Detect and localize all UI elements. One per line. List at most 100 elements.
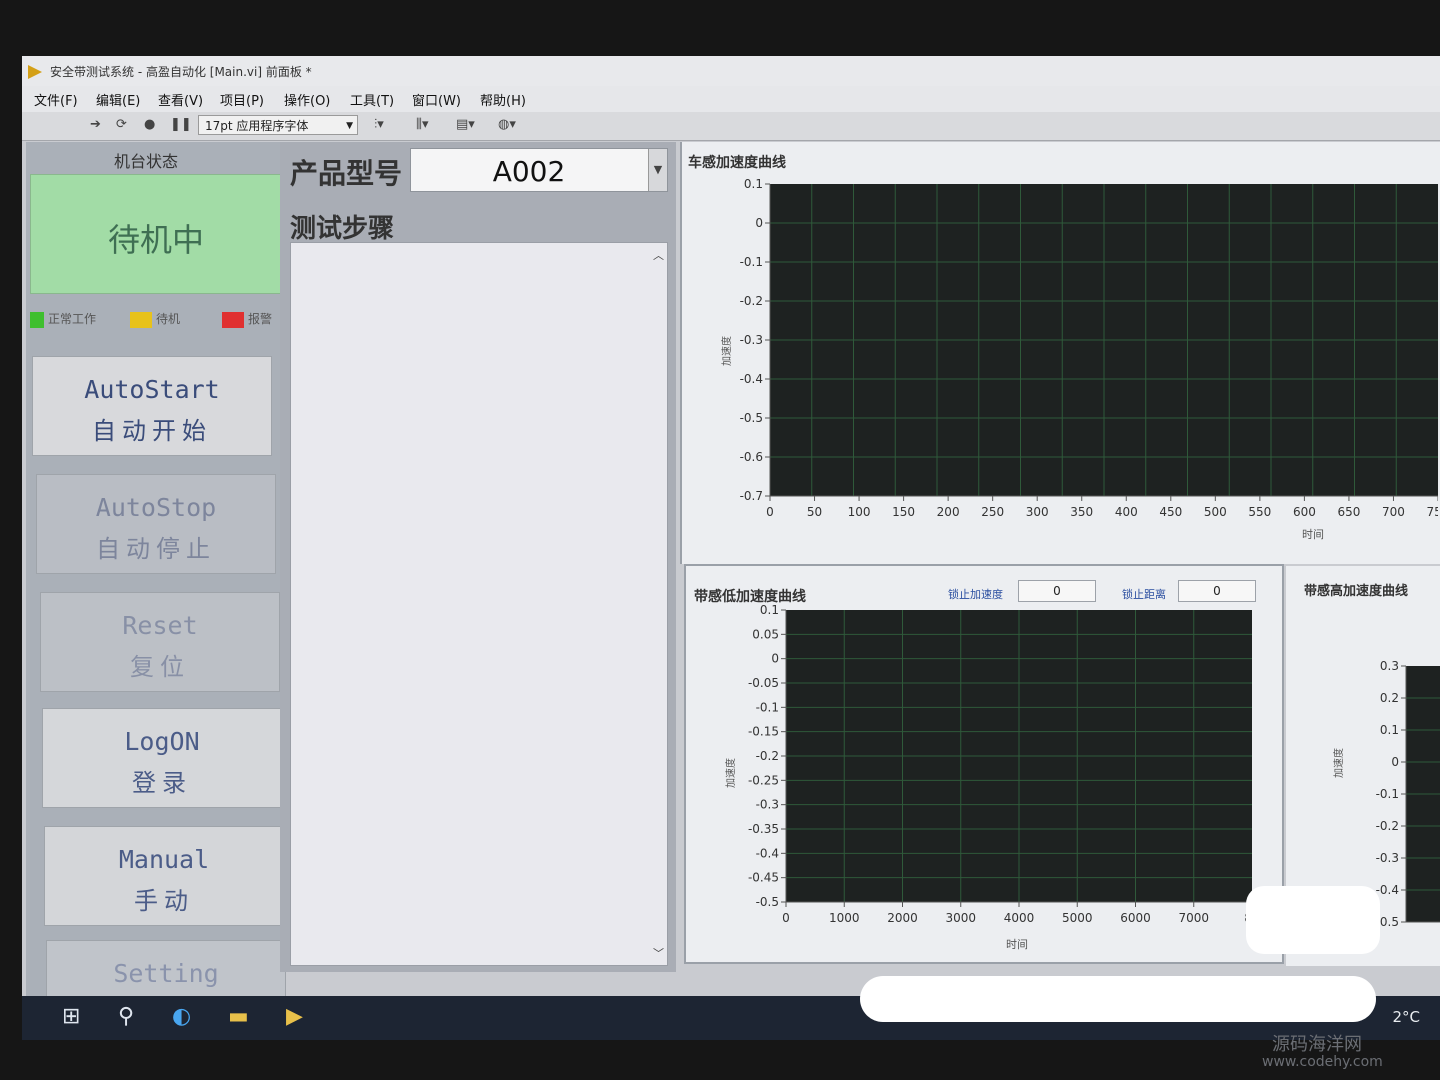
chart1-ytick-label: 0.1 <box>744 177 763 191</box>
run-arrow-icon[interactable]: ➔ <box>90 117 101 132</box>
chart3-ytick-label: 0 <box>1391 755 1399 769</box>
product-model-select[interactable]: A002 ▼ <box>410 148 668 192</box>
redaction-overlay <box>860 976 1376 1022</box>
chart1-plot: 0.10-0.1-0.2-0.3-0.4-0.5-0.6-0.70 50 100 15… <box>740 177 1438 519</box>
run-continuously-icon[interactable]: ⟳ <box>116 117 127 132</box>
autostop-button[interactable]: AutoStop 自动停止 <box>36 474 276 574</box>
product-model-label: 产品型号 <box>290 157 403 190</box>
logon-button[interactable]: LogON 登录 <box>42 708 282 808</box>
chart2-plot: 0.1 0.05 0 -0.05 -0.1 -0.15 -0.2 -0.25 -0.3 -0.35… <box>748 603 1260 925</box>
chart1-ytick-label: -0.7 <box>740 489 763 503</box>
chart2-ytick-label: -0.3 <box>756 798 779 812</box>
chart2-ytick-label: -0.2 <box>756 749 779 763</box>
belt-low-accel-chart-panel: 带感低加速度曲线 锁止加速度 0 锁止距离 0 加速度 0.1 0.05 0 -0.0… <box>684 564 1284 964</box>
menu-window[interactable]: 窗口(W) <box>412 90 461 109</box>
chart2-ytick-label: -0.5 <box>756 895 779 909</box>
menu-file[interactable]: 文件(F) <box>34 90 78 109</box>
title-bar: 安全带测试系统 - 高盈自动化 [Main.vi] 前面板 * <box>22 56 1440 86</box>
setting-button[interactable]: Setting <box>46 940 286 1000</box>
labview-task-icon[interactable]: ▶ <box>286 1004 303 1029</box>
product-panel: 产品型号 A002 ▼ 测试步骤 ︿ ﹀ <box>280 142 676 972</box>
chart2-ytick-label: -0.05 <box>748 676 779 690</box>
legend-alarm-swatch <box>222 311 244 328</box>
reset-button[interactable]: Reset 复位 <box>40 592 280 692</box>
test-steps-list[interactable]: ︿ ﹀ <box>290 242 668 966</box>
chevron-down-icon: ▼ <box>346 121 353 131</box>
manual-button[interactable]: Manual 手动 <box>44 826 284 926</box>
chart2-ytick-label: -0.45 <box>748 871 779 885</box>
chart1-xtick-label: 0 <box>766 505 774 519</box>
menu-view[interactable]: 查看(V) <box>158 90 203 109</box>
chart2-xtick-label: 1000 <box>829 911 860 925</box>
chart3-ytick-label: -0.1 <box>1376 787 1399 801</box>
watermark-text: 源码海洋网 <box>1272 1034 1362 1055</box>
chart1-ytick-label: -0.5 <box>740 411 763 425</box>
menu-tools[interactable]: 工具(T) <box>350 90 394 109</box>
chart1-xtick-label: 350 <box>1070 505 1093 519</box>
chart1-xtick-label: 200 <box>937 505 960 519</box>
reorder-icon[interactable]: ◍▾ <box>498 117 516 132</box>
chart1-xtick-label: 400 <box>1115 505 1138 519</box>
chart2-ytick-label: -0.1 <box>756 700 779 714</box>
legend-standby-swatch <box>130 311 152 328</box>
chart3-ytick-label: 0.2 <box>1380 691 1399 705</box>
chart2-ytick-label: 0 <box>771 652 779 666</box>
chart2-ytick-label: -0.35 <box>748 822 779 836</box>
chart3-ytick-label: 0.3 <box>1380 659 1399 673</box>
search-icon[interactable]: ⚲ <box>118 1004 134 1029</box>
chart1-ytick-label: -0.4 <box>740 372 763 386</box>
chart1-xtick-label: 750 <box>1427 505 1438 519</box>
chart3-ytick-label: -0.4 <box>1376 883 1399 897</box>
chart2-xtick-label: 7000 <box>1178 911 1209 925</box>
chart2-ytick-label: 0.05 <box>752 627 779 641</box>
menu-project[interactable]: 项目(P) <box>220 90 264 109</box>
font-select[interactable]: 17pt 应用程序字体 ▼ <box>198 115 358 135</box>
chart1-xtick-label: 450 <box>1159 505 1182 519</box>
resize-objects-icon[interactable]: ▤▾ <box>456 117 475 132</box>
chart1-ytick-label: -0.6 <box>740 450 763 464</box>
chart2-xtick-label: 3000 <box>945 911 976 925</box>
menu-operate[interactable]: 操作(O) <box>284 90 330 109</box>
scroll-up-icon[interactable]: ︿ <box>653 247 664 263</box>
chart3-ytick-label: -0.2 <box>1376 819 1399 833</box>
status-text: 待机中 <box>107 221 204 259</box>
chart1-ytick-label: 0 <box>755 216 763 230</box>
menu-help[interactable]: 帮助(H) <box>480 90 526 109</box>
pause-icon[interactable]: ❚❚ <box>170 117 192 132</box>
product-model-value: A002 <box>492 155 566 188</box>
chart2-xtick-label: 4000 <box>1004 911 1035 925</box>
legend-normal: 正常工作 <box>30 310 96 328</box>
chart1-xtick-label: 100 <box>848 505 871 519</box>
vehicle-accel-chart-panel: 车感加速度曲线 加速度 0.1 0 -0.1 -0.2 -0.3 -0.4 -0.5 -0.6… <box>680 142 1440 564</box>
machine-status-title: 机台状态 <box>113 152 178 171</box>
chart1-ytick-label: -0.1 <box>740 255 763 269</box>
chart2-ytick-label: -0.15 <box>748 725 779 739</box>
status-indicator: 待机中 <box>30 174 282 294</box>
test-steps-label: 测试步骤 <box>290 214 395 244</box>
chart1-xtick-label: 550 <box>1248 505 1271 519</box>
toolbar: ➔ ⟳ ● ❚❚ 17pt 应用程序字体 ▼ ⫶▾ ⫼▾ ▤▾ ◍▾ <box>22 112 1440 141</box>
windows-start-icon[interactable]: ⊞ <box>62 1004 80 1029</box>
chart2-xtick-label: 2000 <box>887 911 918 925</box>
scroll-down-icon[interactable]: ﹀ <box>653 945 664 961</box>
align-objects-icon[interactable]: ⫶▾ <box>374 117 384 132</box>
chevron-down-icon[interactable]: ▼ <box>648 149 667 191</box>
menu-bar: 文件(F) 编辑(E) 查看(V) 项目(P) 操作(O) 工具(T) 窗口(W… <box>22 86 1440 112</box>
menu-edit[interactable]: 编辑(E) <box>96 90 140 109</box>
autostart-button[interactable]: AutoStart 自动开始 <box>32 356 272 456</box>
chart1-xlabel: 时间 <box>1302 528 1324 541</box>
distribute-objects-icon[interactable]: ⫼▾ <box>416 117 429 132</box>
chart1-xtick-label: 250 <box>981 505 1004 519</box>
chart2-xlabel: 时间 <box>1006 938 1028 951</box>
abort-icon[interactable]: ● <box>144 117 155 132</box>
watermark-url: www.codehy.com <box>1262 1054 1383 1070</box>
file-explorer-icon[interactable]: ▬ <box>228 1004 249 1029</box>
chart1-xtick-label: 500 <box>1204 505 1227 519</box>
edge-browser-icon[interactable]: ◐ <box>172 1004 191 1029</box>
chart2-xtick-label: 6000 <box>1120 911 1151 925</box>
chart1-xtick-label: 700 <box>1382 505 1405 519</box>
legend-standby: 待机 <box>130 310 180 328</box>
legend-alarm: 报警 <box>222 310 272 328</box>
chart2-ytick-label: 0.1 <box>760 603 779 617</box>
chart2-xtick-label: 5000 <box>1062 911 1093 925</box>
